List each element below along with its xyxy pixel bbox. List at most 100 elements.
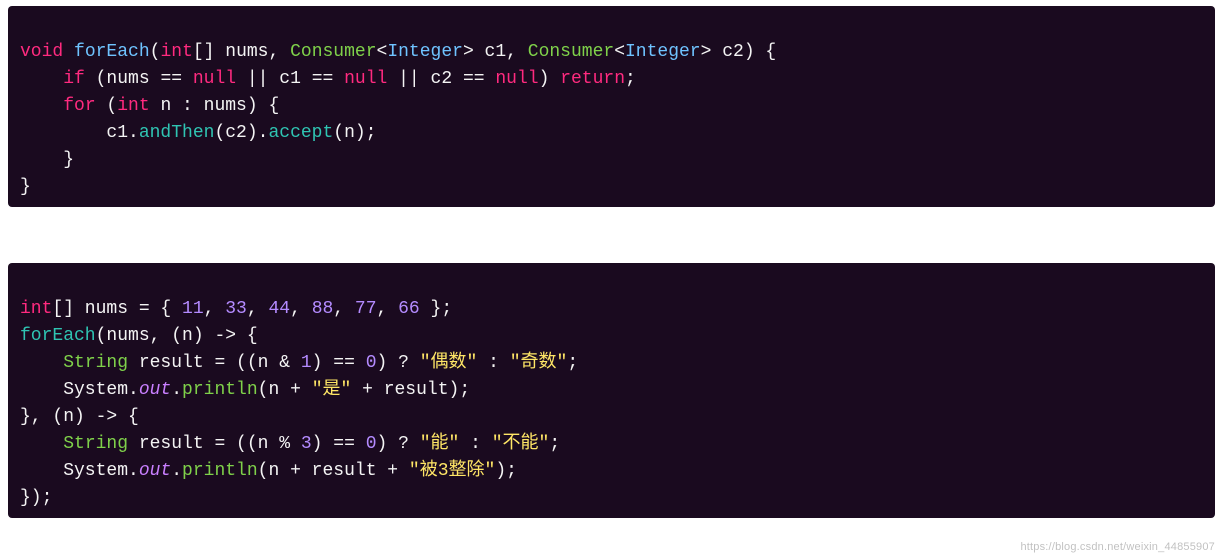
num: 11	[182, 299, 204, 319]
method-println: println	[182, 461, 258, 481]
dot: .	[171, 380, 182, 400]
indent	[20, 434, 63, 454]
space	[63, 42, 74, 62]
type-consumer: Consumer	[290, 42, 376, 62]
param: [] nums,	[193, 42, 290, 62]
type-consumer: Consumer	[528, 42, 614, 62]
comma: ,	[290, 299, 312, 319]
param-close: > c2) {	[701, 42, 777, 62]
expr: ) ?	[377, 353, 420, 373]
type-string: String	[63, 353, 128, 373]
string-even: "偶数"	[420, 353, 478, 373]
angle-open: <	[377, 42, 388, 62]
num: 0	[366, 434, 377, 454]
type-int: int	[117, 96, 149, 116]
type-integer: Integer	[387, 42, 463, 62]
indent	[20, 353, 63, 373]
paren-open: (	[96, 96, 118, 116]
code-line: c1.andThen(c2).accept(n);	[20, 123, 377, 143]
code-line: forEach(nums, (n) -> {	[20, 326, 258, 346]
keyword-void: void	[20, 42, 63, 62]
code-block-1: void forEach(int[] nums, Consumer<Intege…	[8, 6, 1215, 207]
comma: ,	[377, 299, 399, 319]
string-shi: "是"	[312, 380, 352, 400]
paren-close: )	[539, 69, 561, 89]
semi: ;	[549, 434, 560, 454]
num: 1	[301, 353, 312, 373]
keyword-for: for	[63, 96, 95, 116]
code-line: if (nums == null || c1 == null || c2 == …	[20, 69, 636, 89]
string-neng: "能"	[420, 434, 460, 454]
comma: ,	[204, 299, 226, 319]
block-gap	[0, 217, 1223, 257]
args: (n);	[333, 123, 376, 143]
num: 0	[366, 353, 377, 373]
keyword-null: null	[344, 69, 387, 89]
num: 33	[225, 299, 247, 319]
lambda-start: (nums, (n) -> {	[96, 326, 258, 346]
loop-var: n : nums) {	[150, 96, 280, 116]
dot: .	[171, 461, 182, 481]
args-close: );	[495, 461, 517, 481]
expr: || c2 ==	[387, 69, 495, 89]
decl: [] nums = {	[52, 299, 182, 319]
indent	[20, 69, 63, 89]
indent	[20, 96, 63, 116]
args: (n +	[258, 380, 312, 400]
string-bei3: "被3整除"	[409, 461, 495, 481]
lambda-sep: }, (n) -> {	[20, 407, 139, 427]
colon: :	[477, 353, 509, 373]
expr: (nums ==	[85, 69, 193, 89]
keyword-null: null	[193, 69, 236, 89]
param: > c1,	[463, 42, 528, 62]
paren-open: (	[150, 42, 161, 62]
num: 44	[268, 299, 290, 319]
method-accept: accept	[268, 123, 333, 143]
system: System.	[20, 380, 139, 400]
type-string: String	[63, 434, 128, 454]
colon: :	[459, 434, 491, 454]
type-integer: Integer	[625, 42, 701, 62]
comma: ,	[247, 299, 269, 319]
semi: ;	[567, 353, 578, 373]
code-line: String result = ((n & 1) == 0) ? "偶数" : …	[20, 353, 578, 373]
code-line: System.out.println(n + result + "被3整除");	[20, 461, 517, 481]
expr: ) ?	[377, 434, 420, 454]
close-call: });	[20, 488, 52, 508]
keyword-null: null	[495, 69, 538, 89]
args: (c2).	[214, 123, 268, 143]
comma: ,	[333, 299, 355, 319]
expr: || c1 ==	[236, 69, 344, 89]
field-out: out	[139, 380, 171, 400]
call-target: c1.	[20, 123, 139, 143]
code-line: });	[20, 488, 52, 508]
expr: result = ((n &	[128, 353, 301, 373]
brace-close: }	[20, 177, 31, 197]
keyword-if: if	[63, 69, 85, 89]
type-int: int	[20, 299, 52, 319]
num: 88	[312, 299, 334, 319]
args: (n + result +	[258, 461, 409, 481]
code-line: int[] nums = { 11, 33, 44, 88, 77, 66 };	[20, 299, 452, 319]
expr: result = ((n %	[128, 434, 301, 454]
type-int: int	[160, 42, 192, 62]
code-line: }	[20, 150, 74, 170]
keyword-return: return	[560, 69, 625, 89]
method-andthen: andThen	[139, 123, 215, 143]
brace-close: }	[20, 150, 74, 170]
num: 77	[355, 299, 377, 319]
code-line: for (int n : nums) {	[20, 96, 279, 116]
code-line: System.out.println(n + "是" + result);	[20, 380, 470, 400]
field-out: out	[139, 461, 171, 481]
system: System.	[20, 461, 139, 481]
code-line: }, (n) -> {	[20, 407, 139, 427]
semi: ;	[625, 69, 636, 89]
args-close: + result);	[351, 380, 470, 400]
code-line: String result = ((n % 3) == 0) ? "能" : "…	[20, 434, 560, 454]
code-block-2: int[] nums = { 11, 33, 44, 88, 77, 66 };…	[8, 263, 1215, 518]
brace-close: };	[420, 299, 452, 319]
call-foreach: forEach	[20, 326, 96, 346]
watermark-text: https://blog.csdn.net/weixin_44855907	[1020, 539, 1215, 556]
expr: ) ==	[312, 353, 366, 373]
method-name: forEach	[74, 42, 150, 62]
